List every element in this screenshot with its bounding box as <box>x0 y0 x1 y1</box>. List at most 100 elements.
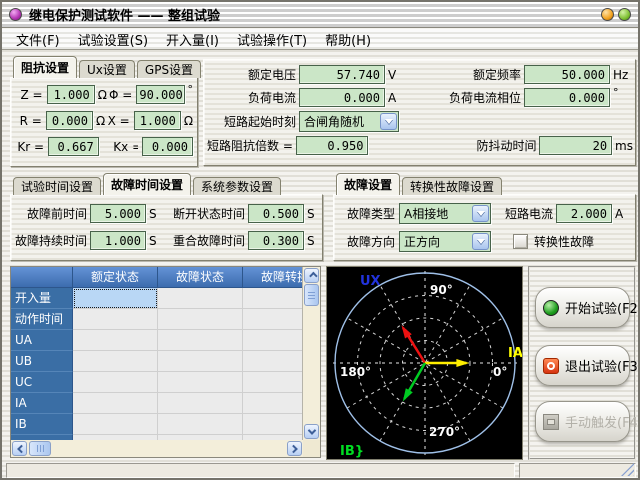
short-circuit-current-input[interactable]: 2.000 <box>556 204 612 223</box>
scroll-left-button[interactable] <box>12 441 27 456</box>
table-cell[interactable] <box>158 288 243 309</box>
debounce-time-input[interactable]: 20 <box>539 136 612 155</box>
tab-gps-settings[interactable]: GPS设置 <box>137 60 201 78</box>
table-cell[interactable] <box>158 309 243 330</box>
convertible-fault-checkbox[interactable] <box>513 234 528 249</box>
dropdown-arrow-icon[interactable] <box>472 205 489 222</box>
table-cell[interactable] <box>158 330 243 351</box>
dropdown-arrow-icon[interactable] <box>380 113 397 130</box>
table-cell[interactable] <box>73 309 158 330</box>
table-cell[interactable] <box>243 288 303 309</box>
menu-binary-input[interactable]: 开入量(I) <box>157 29 228 50</box>
kx-input[interactable]: 0.000 <box>142 137 193 156</box>
pre-fault-time-label: 故障前时间 <box>13 205 87 222</box>
exit-test-label: 退出试验(F3) <box>565 356 640 375</box>
tab-impedance-settings[interactable]: 阻抗设置 <box>13 56 77 78</box>
row-header[interactable]: IB <box>11 414 73 435</box>
tab-ux-settings[interactable]: Ux设置 <box>79 60 135 78</box>
impedance-multiplier-input[interactable]: 0.950 <box>296 136 369 155</box>
tab-test-time-settings[interactable]: 试验时间设置 <box>13 177 101 195</box>
manual-trigger-label: 手动触发(F4) <box>565 412 640 431</box>
short-circuit-start-dropdown[interactable]: 合闸角随机 <box>299 111 399 132</box>
table-cell[interactable] <box>73 351 158 372</box>
reclose-fault-time-input[interactable]: 0.300 <box>248 231 304 250</box>
x-input[interactable]: 1.000 <box>134 111 181 130</box>
dropdown-arrow-icon[interactable] <box>472 233 489 250</box>
table-header-row: 额定状态 故障状态 故障转换 <box>11 267 303 288</box>
menu-test-settings[interactable]: 试验设置(S) <box>69 29 157 50</box>
table-viewport: 额定状态 故障状态 故障转换 开入量 动作时间 UA <box>11 267 303 440</box>
row-header[interactable]: UC <box>11 372 73 393</box>
title-bar[interactable]: 继电保护测试软件 —— 整组试验 <box>2 2 638 28</box>
reclose-fault-time-label: 重合故障时间 <box>160 232 245 249</box>
short-circuit-start-label: 短路起始时刻 <box>206 113 296 130</box>
pre-fault-time-unit: S <box>146 207 160 221</box>
table-cell[interactable] <box>158 414 243 435</box>
impedance-tabbar: 阻抗设置 Ux设置 GPS设置 <box>10 56 198 78</box>
tab-fault-settings[interactable]: 故障设置 <box>336 173 400 195</box>
rated-voltage-input[interactable]: 57.740 <box>299 65 385 84</box>
table-cell[interactable] <box>158 393 243 414</box>
table-cell[interactable] <box>73 330 158 351</box>
fault-type-dropdown[interactable]: A相接地 <box>399 203 491 224</box>
column-header[interactable]: 故障状态 <box>158 267 243 288</box>
exit-power-icon <box>543 358 559 374</box>
load-current-input[interactable]: 0.000 <box>299 88 385 107</box>
row-header[interactable]: 开入量 <box>11 288 73 309</box>
tab-convertible-fault-settings[interactable]: 转换性故障设置 <box>402 177 502 195</box>
rated-voltage-unit: V <box>385 68 403 82</box>
table-cell[interactable] <box>243 414 303 435</box>
rated-frequency-input[interactable]: 50.000 <box>524 65 610 84</box>
row-header[interactable]: IA <box>11 393 73 414</box>
minimize-button[interactable] <box>601 8 614 21</box>
table-cell[interactable] <box>243 309 303 330</box>
scroll-down-button[interactable] <box>304 424 319 439</box>
table-cell[interactable] <box>158 351 243 372</box>
menu-test-operation[interactable]: 试验操作(T) <box>228 29 316 50</box>
table-cell[interactable] <box>243 330 303 351</box>
close-button[interactable] <box>618 8 631 21</box>
load-current-phase-input[interactable]: 0.000 <box>524 88 610 107</box>
z-label: Z = <box>17 88 43 102</box>
r-input[interactable]: 0.000 <box>46 111 93 130</box>
resize-grip-icon[interactable] <box>621 463 634 476</box>
row-header[interactable]: 动作时间 <box>11 309 73 330</box>
fault-direction-dropdown[interactable]: 正方向 <box>399 231 491 252</box>
menu-help[interactable]: 帮助(H) <box>316 29 380 50</box>
menu-file[interactable]: 文件(F) <box>7 29 69 50</box>
phi-input[interactable]: 90.000 <box>136 85 184 104</box>
table-cell[interactable] <box>243 372 303 393</box>
row-header[interactable]: UB <box>11 351 73 372</box>
tab-fault-time-settings[interactable]: 故障时间设置 <box>103 173 191 195</box>
table-row: UC <box>11 372 303 393</box>
column-header[interactable]: 故障转换 <box>243 267 303 288</box>
table-cell[interactable] <box>243 393 303 414</box>
open-state-time-input[interactable]: 0.500 <box>248 204 304 223</box>
z-input[interactable]: 1.000 <box>47 85 95 104</box>
short-circuit-current-label: 短路电流 <box>491 205 553 222</box>
phasor-vector-green <box>403 363 425 402</box>
vertical-scroll-thumb[interactable] <box>304 284 319 306</box>
vertical-scrollbar[interactable] <box>303 267 320 440</box>
manual-trigger-button[interactable]: 手动触发(F4) <box>535 401 630 442</box>
scroll-up-button[interactable] <box>304 268 319 283</box>
horizontal-scroll-thumb[interactable] <box>29 441 51 456</box>
column-header[interactable]: 额定状态 <box>73 267 158 288</box>
kr-input[interactable]: 0.667 <box>48 137 99 156</box>
fault-duration-input[interactable]: 1.000 <box>90 231 146 250</box>
exit-test-button[interactable]: 退出试验(F3) <box>535 345 630 386</box>
table-row: 开入量 <box>11 288 303 309</box>
horizontal-scrollbar[interactable] <box>11 440 303 457</box>
pre-fault-time-input[interactable]: 5.000 <box>90 204 146 223</box>
table-cell[interactable] <box>158 372 243 393</box>
app-icon <box>9 8 22 21</box>
table-cell[interactable] <box>73 393 158 414</box>
tab-system-parameter-settings[interactable]: 系统参数设置 <box>193 177 281 195</box>
start-test-button[interactable]: 开始试验(F2) <box>535 287 630 328</box>
table-cell[interactable] <box>243 351 303 372</box>
row-header[interactable]: UA <box>11 330 73 351</box>
table-cell[interactable] <box>73 414 158 435</box>
table-cell[interactable] <box>73 372 158 393</box>
selected-cell[interactable] <box>73 288 158 309</box>
scroll-right-button[interactable] <box>287 441 302 456</box>
